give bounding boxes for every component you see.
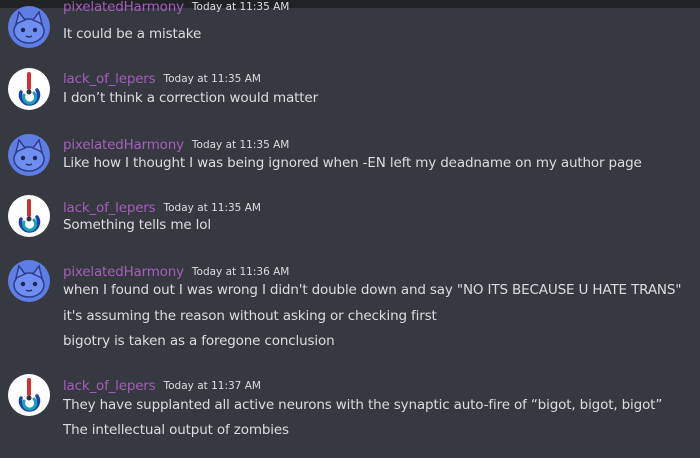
timestamp: Today at 11:35 AM (163, 202, 261, 214)
blue-cat-avatar-icon (8, 260, 50, 302)
message-text: The intellectual output of zombies (63, 422, 289, 438)
timestamp: Today at 11:35 AM (163, 73, 261, 85)
username[interactable]: lack_of_lepers (63, 71, 156, 87)
avatar[interactable] (8, 374, 50, 416)
username[interactable]: pixelatedHarmony (63, 0, 184, 15)
avatar[interactable] (8, 134, 50, 176)
avatar[interactable] (8, 260, 50, 302)
username[interactable]: pixelatedHarmony (63, 264, 184, 280)
blue-cat-avatar-icon (8, 6, 50, 48)
message-text: Something tells me lol (63, 217, 211, 233)
message-text: I don’t think a correction would matter (63, 90, 318, 106)
message-text: They have supplanted all active neurons … (63, 397, 663, 413)
message-text: It could be a mistake (63, 26, 202, 42)
username[interactable]: lack_of_lepers (63, 200, 156, 216)
blue-cat-avatar-icon (8, 134, 50, 176)
message-text: it's assuming the reason without asking … (63, 308, 437, 324)
tricolor-swirl-avatar-icon (8, 195, 50, 237)
tricolor-swirl-avatar-icon (8, 68, 50, 110)
timestamp: Today at 11:35 AM (191, 1, 290, 13)
avatar[interactable] (8, 6, 50, 48)
message-text: Like how I thought I was being ignored w… (63, 155, 642, 171)
timestamp: Today at 11:35 AM (191, 139, 290, 151)
username[interactable]: lack_of_lepers (63, 378, 156, 394)
username[interactable]: pixelatedHarmony (63, 137, 184, 153)
message-text: when I found out I was wrong I didn't do… (63, 282, 682, 298)
timestamp: Today at 11:36 AM (191, 266, 290, 278)
tricolor-swirl-avatar-icon (8, 374, 50, 416)
avatar[interactable] (8, 68, 50, 110)
timestamp: Today at 11:37 AM (163, 380, 261, 392)
message-text: bigotry is taken as a foregone conclusio… (63, 333, 335, 349)
avatar[interactable] (8, 195, 50, 237)
